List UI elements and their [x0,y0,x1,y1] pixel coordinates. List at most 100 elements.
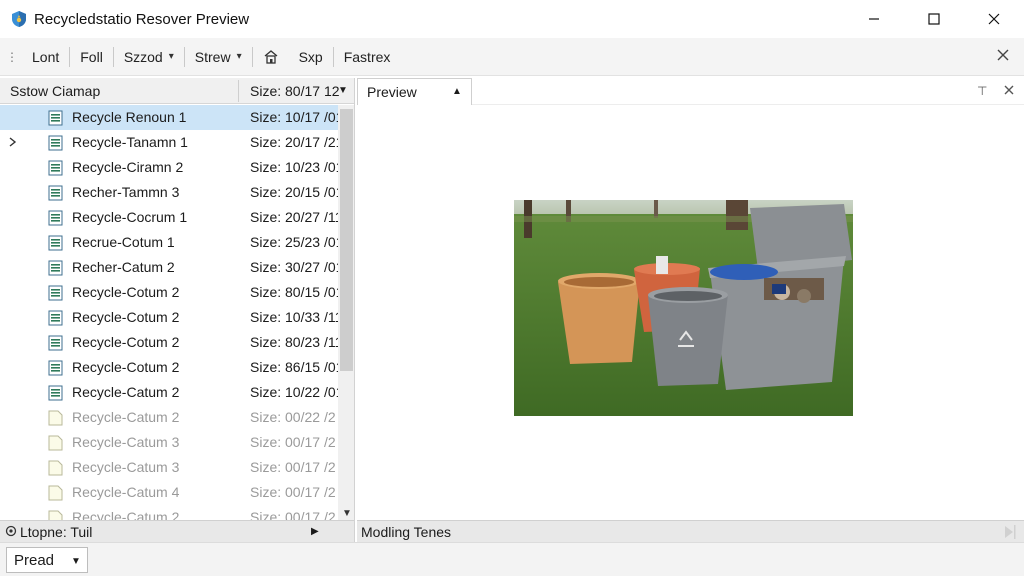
left-footer-label: Ltopne: Tuil [20,524,93,540]
file-size: Size: 20/27 /11 [250,209,338,225]
file-size: Size: 10/17 /01 [250,109,338,125]
minimize-icon [869,18,879,20]
document-icon [48,160,63,176]
toolbar-strew-dropdown[interactable]: Strew ▾ [185,44,252,70]
chevron-up-icon[interactable]: ▲ [452,86,462,97]
preview-tab-label: Preview [367,84,417,100]
toolbar-foll-button[interactable]: Foll [70,44,113,70]
scroll-down-arrow-icon[interactable]: ▼ [342,508,352,519]
file-size: Size: 00/22 /2 [250,409,336,425]
file-row[interactable]: Recycle-Catum 3 Size: 00/17 /2 [0,455,338,480]
file-name: Recher-Catum 2 [72,259,175,275]
file-name: Recycle-Catum 4 [72,484,180,500]
circle-icon [5,525,17,537]
status-dropdown[interactable]: Pread ▼ [6,547,88,573]
toolbar-fastrex-button[interactable]: Fastrex [334,44,401,70]
preview-pane: Preview ▲ ⊤ Modling Tenes [357,78,1024,542]
pin-icon[interactable]: ⊤ [977,84,987,98]
expand-right-icon[interactable]: ▶ [311,526,319,537]
close-button[interactable] [964,0,1024,38]
document-icon [48,260,63,276]
file-row[interactable]: Recycle-Cotum 2 Size: 80/15 /01 [0,280,338,305]
document-icon [48,110,63,126]
tabstrip-divider [472,104,1024,105]
toolbar-lont-button[interactable]: Lont [22,44,69,70]
file-row[interactable]: Recycle Renoun 1 Size: 10/17 /01 [0,105,338,130]
minimize-button[interactable] [844,0,904,38]
list-header: Sstow Ciamap Size: 80/17 12 ▼ [0,78,354,104]
file-name: Recycle-Cocrum 1 [72,209,188,225]
file-size: Size: 80/15 /01 [250,284,338,300]
file-row[interactable]: Recher-Tammn 3 Size: 20/15 /01 [0,180,338,205]
scroll-right-icon[interactable] [1002,524,1016,540]
document-icon [48,485,63,501]
expand-chevron-icon[interactable] [8,136,18,148]
column-header-size[interactable]: Size: 80/17 12 [250,83,340,99]
file-row[interactable]: Recycle-Catum 2 Size: 10/22 /01 [0,380,338,405]
chevron-down-icon: ▾ [236,51,242,62]
chevron-down-icon: ▼ [71,556,81,567]
file-name: Recycle-Ciramn 2 [72,159,184,175]
shield-app-icon [12,11,26,27]
file-row[interactable]: Recycle-Cocrum 1 Size: 20/27 /11 [0,205,338,230]
sort-caret-icon[interactable]: ▼ [338,85,348,96]
file-name: Recycle-Cotum 2 [72,309,180,325]
document-icon [48,460,63,476]
close-icon [988,13,1000,25]
document-icon [48,360,63,376]
file-name: Recycle-Catum 3 [72,459,180,475]
file-row[interactable]: Recycle-Tanamn 1 Size: 20/17 /21 [0,130,338,155]
column-header-name[interactable]: Sstow Ciamap [10,83,100,99]
tab-preview[interactable]: Preview ▲ [357,78,472,105]
file-row[interactable]: Recycle-Ciramn 2 Size: 10/23 /01 [0,155,338,180]
file-size: Size: 80/23 /11 [250,334,338,350]
file-rows: Recycle Renoun 1 Size: 10/17 /01 Recycle-T… [0,105,338,521]
toolbar-home-button[interactable] [253,44,289,70]
file-size: Size: 10/33 /11 [250,309,338,325]
file-size: Size: 86/15 /01 [250,359,338,375]
status-bar: Pread ▼ [0,542,1024,576]
file-name: Recycle-Cotum 2 [72,284,180,300]
file-name: Recycle-Catum 2 [72,384,180,400]
right-footer: Modling Tenes [357,520,1024,542]
file-row[interactable]: Recycle-Catum 2 Size: 00/17 /2 [0,505,338,521]
file-row[interactable]: Recrue-Cotum 1 Size: 25/23 /01 [0,230,338,255]
toolbar-grip[interactable]: ⋮ [6,50,18,64]
file-name: Recher-Tammn 3 [72,184,180,200]
pane-close-icon[interactable] [1003,84,1015,96]
file-row[interactable]: Recher-Catum 2 Size: 30/27 /01 [0,255,338,280]
file-size: Size: 20/15 /01 [250,184,338,200]
document-icon [48,435,63,451]
file-size: Size: 00/17 /2 [250,434,336,450]
file-size: Size: 30/27 /01 [250,259,338,275]
document-icon [48,410,63,426]
file-row[interactable]: Recycle-Catum 3 Size: 00/17 /2 [0,430,338,455]
file-size: Size: 25/23 /01 [250,234,338,250]
vertical-scrollbar[interactable]: ▼ [338,105,354,521]
home-icon [264,49,278,64]
file-row[interactable]: Recycle-Cotum 2 Size: 80/23 /11 [0,330,338,355]
file-list-pane: Sstow Ciamap Size: 80/17 12 ▼ Recycle Re… [0,78,355,542]
file-name: Recycle-Catum 2 [72,409,180,425]
file-row[interactable]: Recycle-Cotum 2 Size: 86/15 /01 [0,355,338,380]
toolbar-szzod-dropdown[interactable]: Szzod ▾ [114,44,184,70]
document-icon [48,135,63,151]
document-icon [48,310,63,326]
maximize-button[interactable] [904,0,964,38]
window-controls [844,0,1024,38]
file-size: Size: 20/17 /21 [250,134,338,150]
title-bar: Recycledstatio Resover Preview [0,0,1024,38]
file-row[interactable]: Recycle-Catum 4 Size: 00/17 /2 [0,480,338,505]
document-icon [48,335,63,351]
file-size: Size: 00/17 /2 [250,484,336,500]
toolbar-close-icon[interactable] [996,48,1010,62]
file-name: Recycle-Cotum 2 [72,334,180,350]
document-icon [48,185,63,201]
file-row[interactable]: Recycle-Catum 2 Size: 00/22 /2 [0,405,338,430]
document-icon [48,235,63,251]
toolbar-sxp-button[interactable]: Sxp [289,44,333,70]
maximize-icon [928,13,940,25]
file-row[interactable]: Recycle-Cotum 2 Size: 10/33 /11 [0,305,338,330]
scrollbar-thumb[interactable] [340,109,353,371]
column-divider[interactable] [238,80,239,102]
